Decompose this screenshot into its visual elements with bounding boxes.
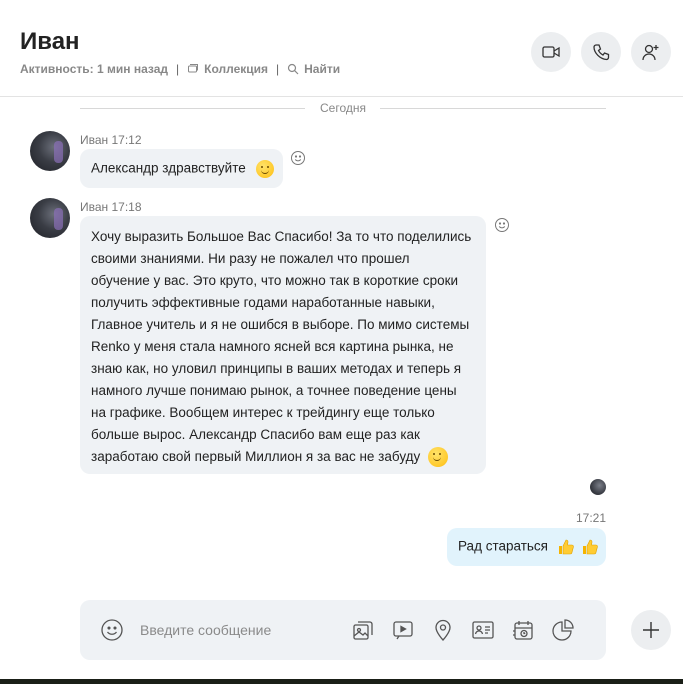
message-line: Renko у меня стала намного ясней вся кар…: [91, 339, 454, 354]
outgoing-message-bubble[interactable]: Рад стараться: [447, 528, 606, 566]
location-button[interactable]: [430, 617, 456, 643]
chat-header: Иван Активность: 1 мин назад | Коллекция…: [0, 0, 683, 97]
find-link[interactable]: Найти: [304, 62, 340, 76]
thumbs-up-emoji-icon: [556, 537, 576, 557]
emoji-picker-button[interactable]: [99, 617, 125, 643]
divider-line-right: [380, 108, 606, 109]
message-line: Хочу выразить Большое Вас Спасибо! За то…: [91, 229, 472, 244]
emoji-icon: [101, 619, 123, 641]
message-line: своими знаниями. Ни разу не пожалел что …: [91, 251, 410, 266]
smiley-reaction-icon: [291, 151, 305, 165]
poll-button[interactable]: [550, 617, 576, 643]
contact-card-icon: [472, 621, 494, 639]
smile-emoji-icon: [428, 447, 449, 468]
window-bottom-edge: [0, 679, 683, 684]
date-divider: Сегодня: [80, 100, 606, 116]
video-message-button[interactable]: [390, 617, 416, 643]
message-line: обучение у вас. Это круто, что можно так…: [91, 273, 459, 288]
audio-call-button[interactable]: [581, 32, 621, 72]
collection-link[interactable]: Коллекция: [204, 62, 268, 76]
message-line: больше вырос. Александр Спасибо вам еще …: [91, 427, 420, 442]
message-sender-time: Иван 17:12: [80, 133, 142, 147]
plus-icon: [643, 622, 659, 638]
smiley-reaction-icon: [495, 218, 509, 232]
schedule-icon: [513, 621, 533, 640]
video-call-button[interactable]: [531, 32, 571, 72]
smile-emoji-icon: [255, 160, 274, 178]
schedule-button[interactable]: [510, 617, 536, 643]
video-call-icon: [542, 46, 560, 58]
chat-title: Иван: [20, 28, 80, 55]
message-sender-time: Иван 17:18: [80, 200, 142, 214]
chat-meta: Активность: 1 мин назад | Коллекция | На…: [20, 62, 340, 76]
message-composer: [80, 600, 606, 660]
read-receipt-avatar: [590, 479, 606, 495]
sender-avatar[interactable]: [30, 198, 70, 238]
message-line: заработаю свой первый Миллион я за вас н…: [91, 449, 421, 464]
message-line: намного лучше понимаю рынок, а точнее по…: [91, 383, 457, 398]
activity-status: Активность: 1 мин назад: [20, 62, 168, 76]
message-line: знаю как, но уловил принципы в ваших мет…: [91, 361, 462, 376]
add-person-button[interactable]: [631, 32, 671, 72]
meta-separator: |: [176, 62, 180, 76]
thumbs-up-emoji-icon: [580, 537, 600, 557]
add-reaction-button[interactable]: [494, 217, 510, 233]
outgoing-message-text: Рад стараться: [458, 538, 548, 554]
more-actions-button[interactable]: [631, 610, 671, 650]
meta-separator: |: [276, 62, 280, 76]
message-text: Александр здравствуйте: [91, 160, 246, 176]
message-bubble[interactable]: Хочу выразить Большое Вас Спасибо! За то…: [80, 216, 486, 474]
audio-call-icon: [593, 44, 610, 61]
message-line: Главное учитель и я не ошибся в выборе. …: [91, 317, 470, 332]
message-input[interactable]: [140, 618, 335, 642]
message-line: на графике. Вообщем интерес к трейдингу …: [91, 405, 435, 420]
media-icon: [353, 621, 373, 640]
search-icon: [287, 63, 299, 75]
sender-avatar[interactable]: [30, 131, 70, 171]
poll-icon: [552, 619, 574, 641]
location-icon: [435, 619, 451, 641]
video-message-icon: [393, 621, 413, 640]
add-reaction-button[interactable]: [290, 150, 306, 166]
media-button[interactable]: [350, 617, 376, 643]
add-person-icon: [642, 44, 659, 61]
outgoing-time: 17:21: [575, 511, 606, 525]
contact-card-button[interactable]: [470, 617, 496, 643]
message-bubble[interactable]: Александр здравствуйте: [80, 149, 283, 188]
message-line: получить эффективные годами наработанные…: [91, 295, 435, 310]
gallery-icon: [187, 63, 199, 75]
message-line-last: заработаю свой первый Миллион я за вас н…: [91, 446, 475, 468]
